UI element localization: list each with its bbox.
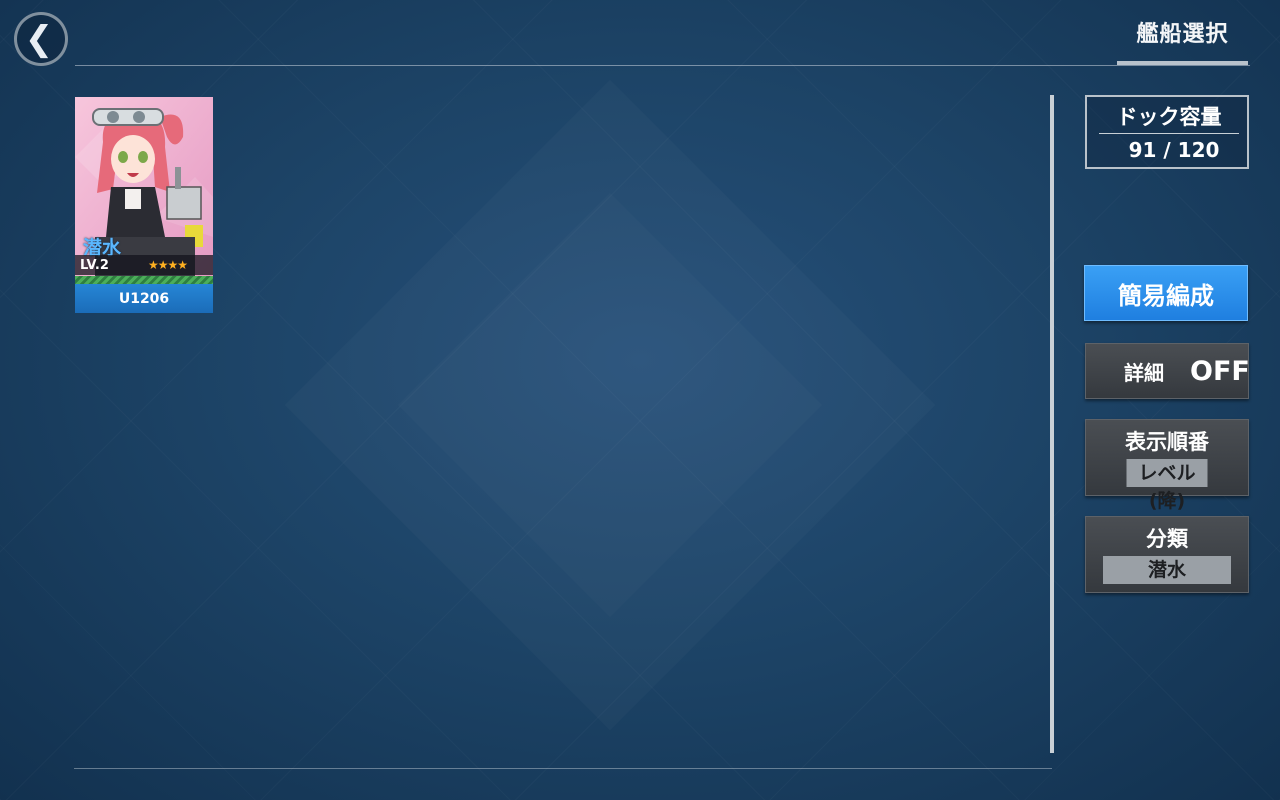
ship-name: U1206 — [75, 284, 213, 313]
category-value: 潜水 — [1103, 556, 1231, 584]
sort-order-value: レベル(降) — [1126, 459, 1208, 512]
detail-toggle-button[interactable]: 詳細 OFF — [1085, 343, 1250, 399]
ship-card[interactable]: 潜水 LV.2 ★★★★ U1206 — [75, 97, 213, 313]
sort-order-label: 表示順番 — [1125, 430, 1209, 454]
scrollbar[interactable] — [1050, 95, 1054, 753]
top-divider — [75, 65, 1250, 66]
detail-value: OFF — [1190, 355, 1250, 387]
quick-formation-button[interactable]: 簡易編成 — [1084, 265, 1248, 321]
back-button[interactable]: ❮ — [14, 12, 68, 66]
category-filter-button[interactable]: 分類 潜水 — [1085, 516, 1249, 593]
dock-capacity-value: 91 / 120 — [1128, 138, 1220, 162]
sort-order-button[interactable]: 表示順番 レベル(降) — [1085, 419, 1249, 512]
ship-info-bar: LV.2 ★★★★ — [75, 255, 213, 275]
category-label: 分類 — [1146, 527, 1188, 551]
page-title: 艦船選択 — [1136, 22, 1229, 47]
ship-level: LV.2 — [80, 257, 109, 273]
star-rating-icon: ★★★★ — [147, 258, 188, 272]
detail-label: 詳細 — [1124, 360, 1164, 385]
dock-capacity-label: ドック容量 — [1099, 101, 1239, 134]
dock-capacity: ドック容量 91 / 120 — [1085, 95, 1249, 169]
hp-bar — [75, 276, 213, 284]
chevron-left-icon: ❮ — [24, 19, 54, 59]
bottom-divider — [74, 768, 1052, 769]
